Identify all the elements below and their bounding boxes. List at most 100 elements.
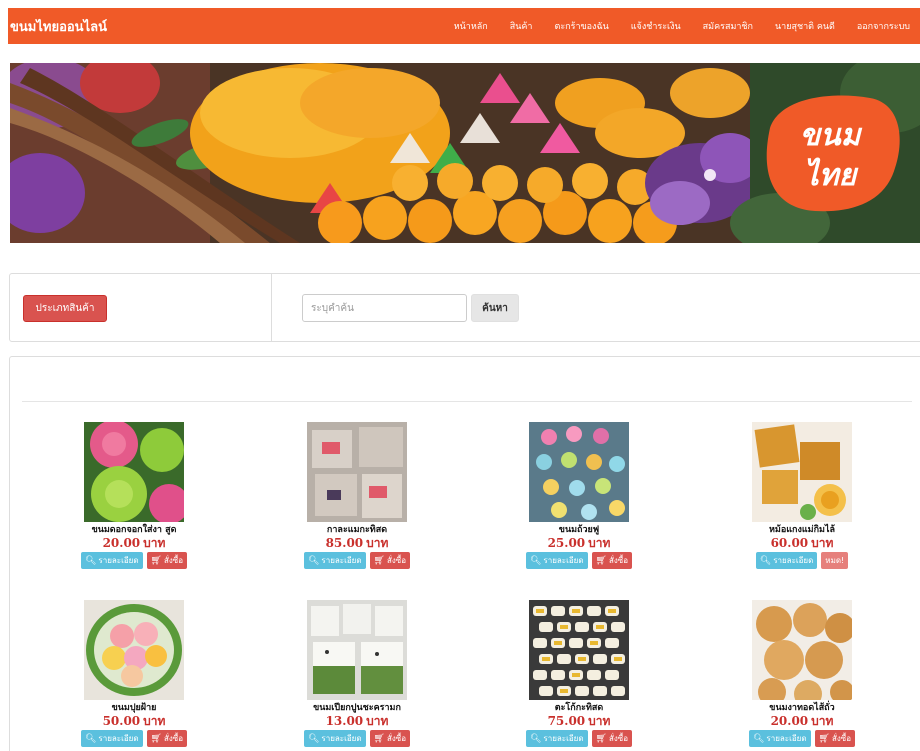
product-name: ขนมงาทอดไส้ถั่ว: [769, 703, 835, 713]
price-value: 25.00: [547, 536, 586, 550]
product-card: หม้อแกงแม่กิมไล้ 60.00 บาท 🔍︎ รายละเอียด ห…: [702, 422, 902, 569]
top-navbar: ขนมไทยออนไลน์ หน้าหลัก สินค้า ตะกร้าของฉ…: [8, 8, 920, 44]
detail-label: รายละเอียด: [773, 556, 814, 565]
banner-logo-line2: ไทย: [804, 157, 859, 193]
product-name: ขนมถ้วยฟู: [558, 525, 600, 535]
order-label: สั่งซื้อ: [163, 734, 183, 743]
banner-logo-line1: ขนม: [800, 118, 863, 153]
product-actions: 🔍︎ รายละเอียด 🛒︎ สั่งซื้อ: [748, 730, 855, 747]
order-button[interactable]: 🛒︎ สั่งซื้อ: [146, 730, 187, 747]
panel-rule: [22, 401, 912, 402]
detail-label: รายละเอียด: [543, 556, 584, 565]
price-unit: บาท: [811, 714, 834, 728]
product-price: 60.00 บาท: [771, 536, 834, 551]
search-button[interactable]: ค้นหา: [471, 294, 519, 322]
nav-home[interactable]: หน้าหลัก: [442, 19, 498, 33]
product-image[interactable]: [307, 422, 407, 522]
product-price: 85.00 บาท: [326, 536, 389, 551]
search-icon: 🔍︎: [84, 733, 97, 744]
product-name: ขนมปุยฝ้าย: [111, 703, 157, 713]
product-price: 75.00 บาท: [548, 714, 611, 729]
product-card: ขนมเปียกปูนชะครามก 13.00 บาท 🔍︎ รายละเอียด…: [257, 600, 457, 747]
detail-button[interactable]: 🔍︎ รายละเอียด: [303, 552, 366, 569]
nav-links: หน้าหลัก สินค้า ตะกร้าของฉัน แจ้งชำระเงิ…: [442, 8, 920, 44]
banner-image: ขนม ไทย: [10, 63, 920, 243]
price-unit: บาท: [811, 536, 834, 550]
detail-button[interactable]: 🔍︎ รายละเอียด: [525, 730, 588, 747]
product-card: ตะโก้กะทิสด 75.00 บาท 🔍︎ รายละเอียด 🛒︎ สั่ง…: [479, 600, 679, 747]
product-actions: 🔍︎ รายละเอียด 🛒︎ สั่งซื้อ: [80, 552, 187, 569]
product-name: ขนมดอกจอกใส่งา สูด: [91, 525, 177, 535]
detail-button[interactable]: 🔍︎ รายละเอียด: [755, 552, 818, 569]
product-name: ตะโก้กะทิสด: [554, 703, 604, 713]
detail-label: รายละเอียด: [321, 734, 362, 743]
detail-button[interactable]: 🔍︎ รายละเอียด: [80, 552, 143, 569]
price-unit: บาท: [366, 714, 389, 728]
detail-button[interactable]: 🔍︎ รายละเอียด: [525, 552, 588, 569]
product-image[interactable]: [84, 600, 184, 700]
detail-label: รายละเอียด: [98, 734, 139, 743]
hero-banner: ขนม ไทย: [10, 63, 920, 243]
product-price: 20.00 บาท: [103, 536, 166, 551]
detail-label: รายละเอียด: [766, 734, 807, 743]
order-label: สั่งซื้อ: [608, 556, 628, 565]
price-value: 13.00: [325, 714, 364, 728]
price-unit: บาท: [588, 714, 611, 728]
order-button[interactable]: 🛒︎ สั่งซื้อ: [591, 730, 632, 747]
sold-out-label: หมด!: [825, 556, 845, 565]
order-label: สั่งซื้อ: [386, 556, 406, 565]
order-label: สั่งซื้อ: [608, 734, 628, 743]
product-image[interactable]: [529, 422, 629, 522]
product-image[interactable]: [752, 422, 852, 522]
search-panel: ประเภทสินค้า ค้นหา: [9, 273, 920, 342]
order-label: สั่งซื้อ: [163, 556, 183, 565]
order-button[interactable]: 🛒︎ สั่งซื้อ: [814, 730, 855, 747]
order-button[interactable]: 🛒︎ สั่งซื้อ: [146, 552, 187, 569]
nav-payment[interactable]: แจ้งชำระเงิน: [619, 19, 691, 33]
product-actions: 🔍︎ รายละเอียด 🛒︎ สั่งซื้อ: [525, 552, 632, 569]
product-image[interactable]: [752, 600, 852, 700]
product-card: ขนมงาทอดไส้ถั่ว 20.00 บาท 🔍︎ รายละเอียด 🛒︎…: [702, 600, 902, 747]
search-icon: 🔍︎: [759, 555, 772, 566]
cart-icon: 🛒︎: [595, 733, 607, 744]
price-unit: บาท: [143, 536, 166, 550]
price-value: 85.00: [325, 536, 364, 550]
product-price: 13.00 บาท: [326, 714, 389, 729]
search-icon: 🔍︎: [84, 555, 97, 566]
product-image[interactable]: [84, 422, 184, 522]
category-button[interactable]: ประเภทสินค้า: [23, 295, 107, 322]
cart-icon: 🛒︎: [150, 733, 162, 744]
price-value: 20.00: [102, 536, 141, 550]
product-image[interactable]: [529, 600, 629, 700]
order-button[interactable]: 🛒︎ สั่งซื้อ: [369, 730, 410, 747]
price-unit: บาท: [366, 536, 389, 550]
sold-out-button[interactable]: หมด!: [821, 552, 849, 569]
product-actions: 🔍︎ รายละเอียด 🛒︎ สั่งซื้อ: [303, 552, 410, 569]
cart-icon: 🛒︎: [373, 733, 385, 744]
product-name: หม้อแกงแม่กิมไล้: [768, 525, 836, 535]
product-name: ขนมเปียกปูนชะครามก: [313, 703, 401, 713]
product-card: ขนมดอกจอกใส่งา สูด 20.00 บาท 🔍︎ รายละเอียด…: [34, 422, 234, 569]
nav-user[interactable]: นายสุชาติ คนดี: [763, 19, 845, 33]
product-actions: 🔍︎ รายละเอียด 🛒︎ สั่งซื้อ: [303, 730, 410, 747]
detail-button[interactable]: 🔍︎ รายละเอียด: [303, 730, 366, 747]
search-icon: 🔍︎: [307, 733, 320, 744]
detail-button[interactable]: 🔍︎ รายละเอียด: [80, 730, 143, 747]
product-image[interactable]: [307, 600, 407, 700]
detail-button[interactable]: 🔍︎ รายละเอียด: [748, 730, 811, 747]
price-unit: บาท: [143, 714, 166, 728]
nav-products[interactable]: สินค้า: [498, 19, 543, 33]
nav-register[interactable]: สมัครสมาชิก: [691, 19, 763, 33]
product-actions: 🔍︎ รายละเอียด 🛒︎ สั่งซื้อ: [80, 730, 187, 747]
nav-logout[interactable]: ออกจากระบบ: [845, 19, 920, 33]
cart-icon: 🛒︎: [595, 555, 607, 566]
product-actions: 🔍︎ รายละเอียด 🛒︎ สั่งซื้อ: [525, 730, 632, 747]
cart-icon: 🛒︎: [818, 733, 830, 744]
order-button[interactable]: 🛒︎ สั่งซื้อ: [591, 552, 632, 569]
order-button[interactable]: 🛒︎ สั่งซื้อ: [369, 552, 410, 569]
product-price: 25.00 บาท: [548, 536, 611, 551]
site-brand[interactable]: ขนมไทยออนไลน์: [8, 16, 107, 37]
search-icon: 🔍︎: [529, 733, 542, 744]
nav-cart[interactable]: ตะกร้าของฉัน: [542, 19, 618, 33]
search-input[interactable]: [302, 294, 467, 322]
